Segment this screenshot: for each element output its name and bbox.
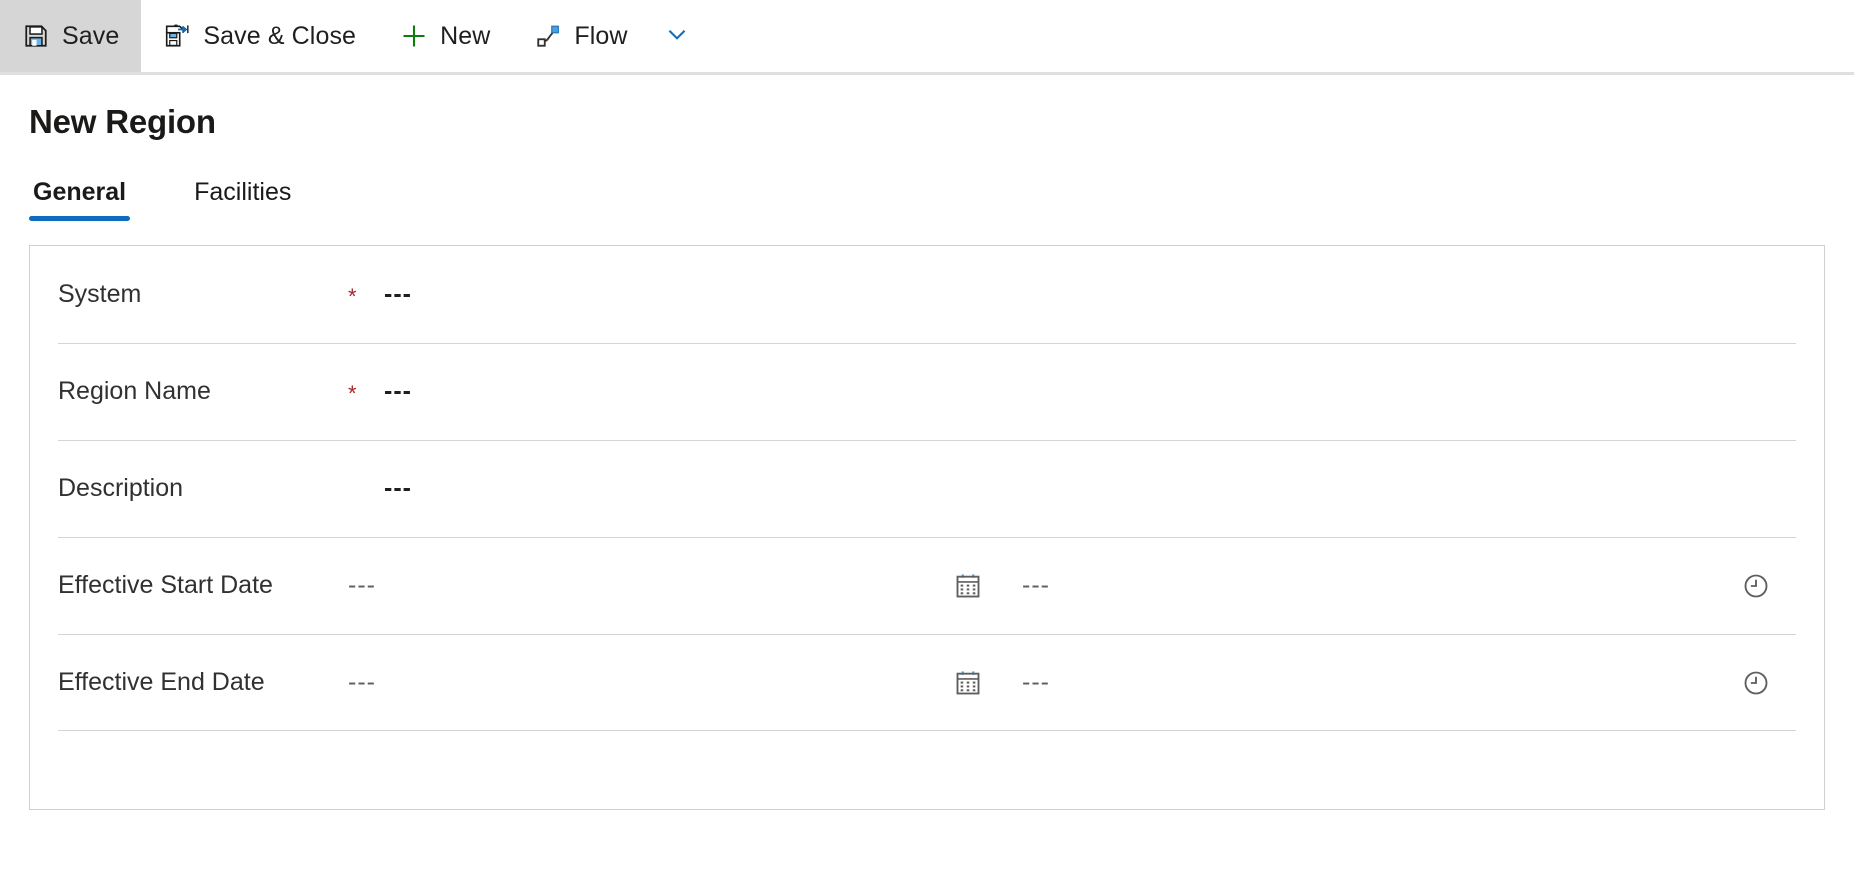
tab-general-label: General — [33, 178, 127, 206]
command-bar-overflow-button[interactable] — [650, 0, 704, 72]
save-and-close-button[interactable]: Save & Close — [141, 0, 378, 72]
tab-facilities[interactable]: Facilities — [190, 178, 295, 221]
plus-icon — [400, 22, 428, 50]
field-value-region-name[interactable]: --- — [384, 377, 412, 406]
chevron-down-icon — [664, 21, 690, 52]
required-indicator-system: * — [348, 283, 357, 309]
save-button-label: Save — [62, 21, 120, 50]
flow-button-label: Flow — [574, 21, 628, 50]
field-value-system[interactable]: --- — [384, 280, 412, 309]
table-row: Region Name * --- — [30, 343, 1824, 440]
save-and-close-icon — [163, 22, 191, 50]
tab-strip: General Facilities — [29, 173, 1854, 221]
page-title: New Region — [29, 103, 216, 140]
field-label-system: System — [58, 280, 142, 308]
clock-icon[interactable] — [1736, 566, 1776, 606]
required-indicator-description — [348, 487, 384, 491]
table-row: System * --- — [30, 246, 1824, 343]
field-label-effective-start-date: Effective Start Date — [58, 571, 273, 599]
command-bar: Save Save & Close New Flow — [0, 0, 1854, 75]
new-button-label: New — [440, 21, 491, 50]
field-label-effective-end-date: Effective End Date — [58, 668, 265, 696]
tab-facilities-label: Facilities — [194, 178, 292, 206]
table-row: Effective End Date --- --- — [30, 634, 1824, 731]
table-row: Description --- — [30, 440, 1824, 537]
save-icon — [22, 22, 50, 50]
field-value-effective-end-time[interactable]: --- — [1022, 668, 1582, 697]
field-label-description: Description — [58, 474, 184, 502]
flow-button[interactable]: Flow — [512, 0, 649, 72]
required-indicator-region-name: * — [348, 380, 357, 406]
general-form-card: System * --- Region Name * --- Descripti… — [29, 245, 1825, 810]
clock-icon[interactable] — [1736, 663, 1776, 703]
save-and-close-button-label: Save & Close — [203, 21, 357, 50]
new-button[interactable]: New — [378, 0, 512, 72]
field-value-effective-end-date[interactable]: --- — [348, 668, 948, 697]
field-value-effective-start-date[interactable]: --- — [348, 571, 948, 600]
save-button[interactable]: Save — [0, 0, 142, 72]
calendar-icon[interactable] — [948, 663, 988, 703]
field-label-region-name: Region Name — [58, 377, 211, 405]
calendar-icon[interactable] — [948, 566, 988, 606]
flow-icon — [534, 22, 562, 50]
page-body: New Region General Facilities System * -… — [0, 103, 1854, 810]
table-row: Effective Start Date --- --- — [30, 537, 1824, 634]
field-value-effective-start-time[interactable]: --- — [1022, 571, 1582, 600]
field-value-description[interactable]: --- — [384, 474, 412, 503]
tab-general[interactable]: General — [29, 178, 131, 221]
